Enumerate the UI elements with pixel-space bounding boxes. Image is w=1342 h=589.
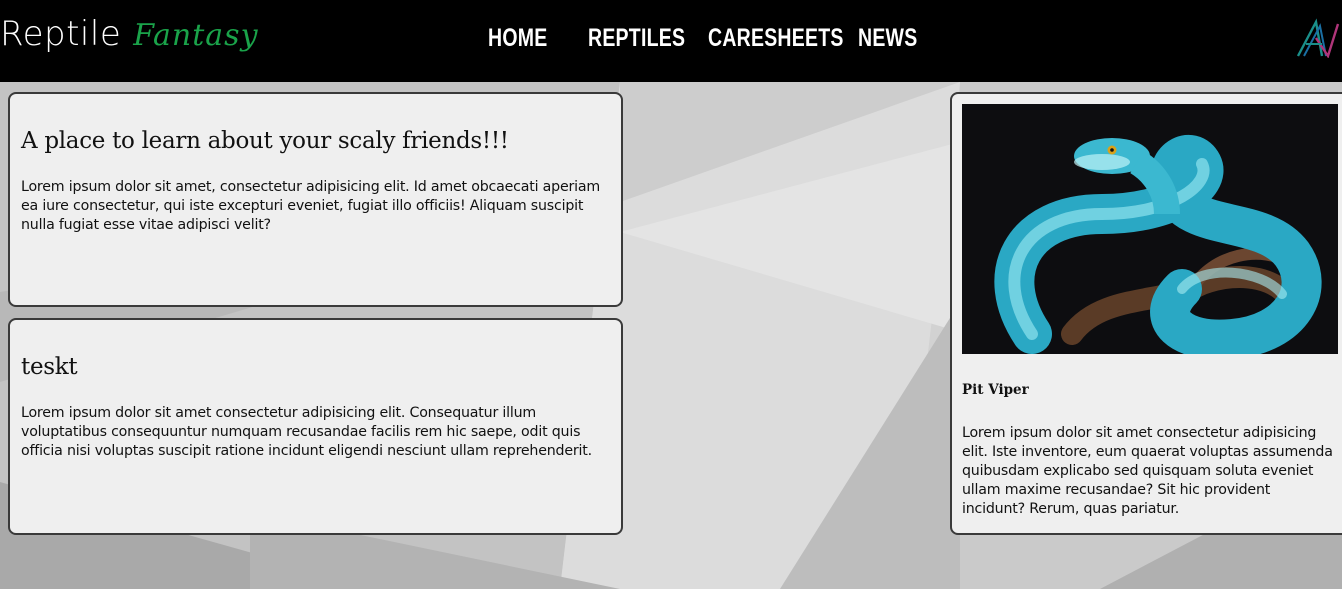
site-header: Reptile Fantasy HOME REPTILES CARESHEETS… [0,0,1342,82]
info-card-body: Lorem ipsum dolor sit amet consectetur a… [21,405,592,459]
feature-card-title: Pit Viper [962,382,1029,398]
logo-text: Reptile [0,14,122,54]
main-nav: HOME REPTILES CARESHEETS NEWS [488,24,917,53]
intro-card: A place to learn about your scaly friend… [8,92,623,307]
feature-card-body: Lorem ipsum dolor sit amet consectetur a… [962,425,1333,517]
nav-reptiles[interactable]: REPTILES [588,24,685,53]
intro-card-body: Lorem ipsum dolor sit amet, consectetur … [21,179,600,233]
info-card: teskt Lorem ipsum dolor sit amet consect… [8,318,623,535]
site-logo[interactable]: Reptile Fantasy [0,14,259,64]
nav-home[interactable]: HOME [488,24,547,53]
snake-image [962,104,1338,354]
info-card-title: teskt [21,354,78,380]
nav-news[interactable]: NEWS [858,24,917,53]
nav-caresheets[interactable]: CARESHEETS [708,24,843,53]
brand-logo-icon[interactable] [1296,18,1340,58]
feature-card: Pit Viper Lorem ipsum dolor sit amet con… [950,92,1342,535]
intro-card-title: A place to learn about your scaly friend… [21,128,509,154]
logo-accent-text: Fantasy [133,18,259,53]
